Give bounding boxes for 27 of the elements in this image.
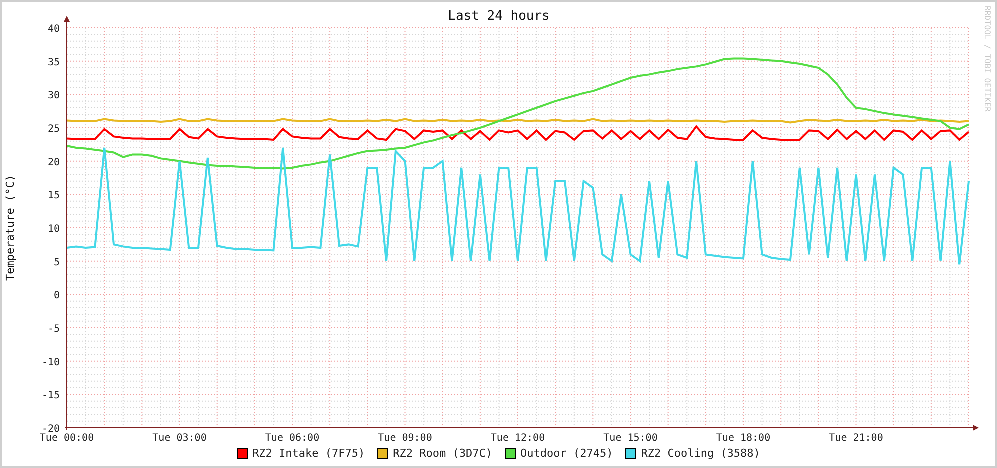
y-tick-label: 5 — [54, 257, 60, 268]
x-tick-label: Tue 09:00 — [378, 433, 432, 444]
legend-label: Outdoor (2745) — [520, 447, 614, 460]
legend-label: RZ2 Intake (7F75) — [252, 447, 366, 460]
x-tick-label: Tue 06:00 — [265, 433, 320, 444]
legend-label: RZ2 Room (3D7C) — [393, 447, 492, 460]
x-tick-label: Tue 21:00 — [829, 433, 884, 444]
y-tick-label: 15 — [48, 190, 60, 202]
legend-label: RZ2 Cooling (3588) — [641, 447, 760, 460]
y-tick-label: 40 — [48, 24, 60, 35]
y-tick-label: 0 — [54, 290, 60, 302]
x-tick-label: Tue 15:00 — [604, 433, 658, 444]
y-tick-label: -15 — [42, 390, 60, 402]
x-tick-label: Tue 00:00 — [40, 433, 94, 444]
y-tick-label: 30 — [48, 90, 60, 102]
y-tick-label: -10 — [42, 357, 60, 368]
y-axis-label: Temperature (°C) — [4, 175, 17, 281]
y-tick-label: -5 — [48, 324, 60, 335]
y-tick-label: -20 — [42, 424, 60, 435]
y-tick-label: 35 — [48, 57, 60, 68]
y-tick-label: 10 — [48, 224, 60, 235]
y-tick-label: 20 — [48, 157, 60, 168]
x-tick-label: Tue 03:00 — [152, 433, 207, 444]
y-tick-label: 25 — [48, 124, 60, 135]
chart-title: Last 24 hours — [448, 9, 550, 24]
x-tick-label: Tue 12:00 — [490, 433, 546, 444]
x-tick-label: Tue 18:00 — [716, 433, 771, 444]
